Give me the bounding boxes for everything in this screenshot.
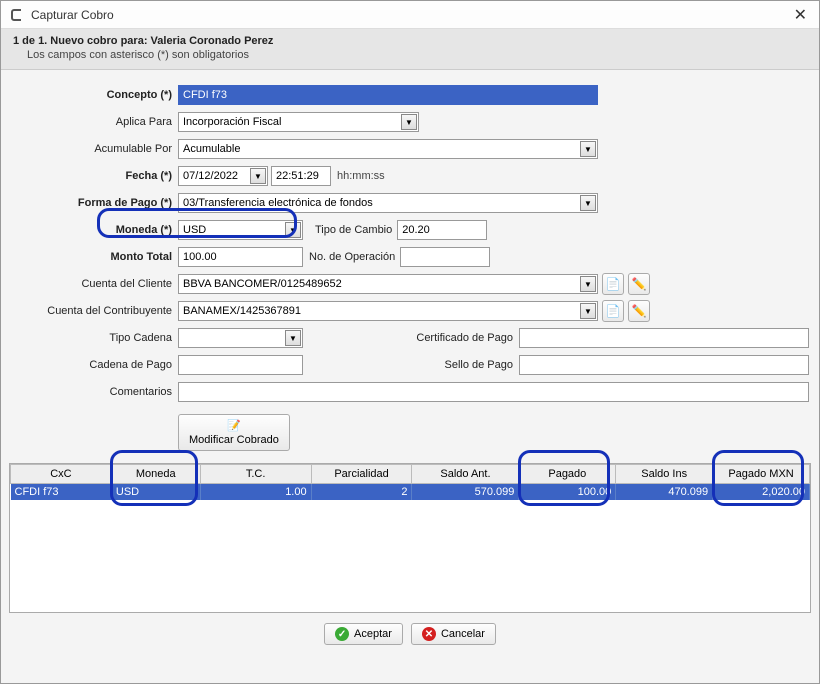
label-forma-pago: Forma de Pago (*) bbox=[11, 197, 178, 209]
th-pagado-mxn[interactable]: Pagado MXN bbox=[713, 465, 810, 484]
chevron-down-icon[interactable]: ▼ bbox=[580, 141, 596, 157]
chevron-down-icon[interactable]: ▼ bbox=[401, 114, 417, 130]
label-acumulable: Acumulable Por bbox=[11, 143, 178, 155]
label-cuenta-cliente: Cuenta del Cliente bbox=[11, 278, 178, 290]
concepto-input[interactable] bbox=[178, 85, 598, 105]
label-cuenta-contrib: Cuenta del Contribuyente bbox=[11, 305, 178, 317]
label-tipo-cadena: Tipo Cadena bbox=[11, 332, 178, 344]
modificar-label: Modificar Cobrado bbox=[189, 434, 279, 446]
cell-parcialidad: 2 bbox=[311, 484, 412, 501]
label-sello-pago: Sello de Pago bbox=[303, 359, 513, 371]
chevron-down-icon[interactable]: ▼ bbox=[580, 195, 596, 211]
cert-pago-input[interactable] bbox=[519, 328, 809, 348]
th-parcialidad[interactable]: Parcialidad bbox=[311, 465, 412, 484]
check-icon: ✓ bbox=[335, 627, 349, 641]
close-icon[interactable]: ✕ bbox=[790, 5, 811, 25]
forma-pago-select[interactable] bbox=[178, 193, 598, 213]
window-title: Capturar Cobro bbox=[31, 8, 790, 22]
cell-saldo-ant: 570.099 bbox=[412, 484, 519, 501]
hora-input[interactable] bbox=[271, 166, 331, 186]
monto-total-input[interactable] bbox=[178, 247, 303, 267]
tipo-cambio-input[interactable] bbox=[397, 220, 487, 240]
header-main: 1 de 1. Nuevo cobro para: Valeria Corona… bbox=[13, 35, 807, 47]
edit-account-button[interactable]: ✏️ bbox=[628, 300, 650, 322]
table-header-row: CxC Moneda T.C. Parcialidad Saldo Ant. P… bbox=[11, 465, 810, 484]
label-moneda: Moneda (*) bbox=[11, 224, 178, 236]
cell-pagado: 100.00 bbox=[519, 484, 616, 501]
label-comentarios: Comentarios bbox=[11, 386, 178, 398]
payments-table: CxC Moneda T.C. Parcialidad Saldo Ant. P… bbox=[9, 463, 811, 613]
cell-saldo-ins: 470.099 bbox=[616, 484, 713, 501]
th-tc[interactable]: T.C. bbox=[200, 465, 311, 484]
label-monto-total: Monto Total bbox=[11, 251, 178, 263]
hora-hint: hh:mm:ss bbox=[337, 170, 385, 182]
chevron-down-icon[interactable]: ▼ bbox=[580, 303, 596, 319]
header-sub: Los campos con asterisco (*) son obligat… bbox=[13, 49, 807, 61]
th-saldo-ant[interactable]: Saldo Ant. bbox=[412, 465, 519, 484]
aplica-para-select[interactable] bbox=[178, 112, 419, 132]
footer: ✓ Aceptar ✕ Cancelar bbox=[1, 613, 819, 655]
cell-moneda: USD bbox=[111, 484, 200, 501]
cuenta-contrib-select[interactable] bbox=[178, 301, 598, 321]
label-aplica: Aplica Para bbox=[11, 116, 178, 128]
chevron-down-icon[interactable]: ▼ bbox=[285, 222, 301, 238]
app-icon bbox=[9, 7, 25, 23]
label-tipo-cambio: Tipo de Cambio bbox=[315, 224, 392, 236]
cell-cxc: CFDI f73 bbox=[11, 484, 112, 501]
modificar-cobrado-button[interactable]: 📝 Modificar Cobrado bbox=[178, 414, 290, 451]
label-no-operacion: No. de Operación bbox=[309, 251, 395, 263]
edit-icon: 📝 bbox=[227, 419, 241, 432]
table-row[interactable]: CFDI f73 USD 1.00 2 570.099 100.00 470.0… bbox=[11, 484, 810, 501]
label-cert-pago: Certificado de Pago bbox=[303, 332, 513, 344]
cadena-pago-input[interactable] bbox=[178, 355, 303, 375]
form: Concepto (*) Aplica Para ▼ Acumulable Po… bbox=[1, 70, 819, 457]
th-moneda[interactable]: Moneda bbox=[111, 465, 200, 484]
close-icon: ✕ bbox=[422, 627, 436, 641]
aceptar-button[interactable]: ✓ Aceptar bbox=[324, 623, 403, 645]
add-account-button[interactable]: 📄 bbox=[602, 300, 624, 322]
edit-account-button[interactable]: ✏️ bbox=[628, 273, 650, 295]
th-saldo-ins[interactable]: Saldo Ins bbox=[616, 465, 713, 484]
cancelar-button[interactable]: ✕ Cancelar bbox=[411, 623, 496, 645]
cell-pagado-mxn: 2,020.00 bbox=[713, 484, 810, 501]
comentarios-input[interactable] bbox=[178, 382, 809, 402]
label-concepto: Concepto (*) bbox=[11, 89, 178, 101]
th-pagado[interactable]: Pagado bbox=[519, 465, 616, 484]
titlebar: Capturar Cobro ✕ bbox=[1, 1, 819, 29]
th-cxc[interactable]: CxC bbox=[11, 465, 112, 484]
chevron-down-icon[interactable]: ▼ bbox=[250, 168, 266, 184]
chevron-down-icon[interactable]: ▼ bbox=[285, 330, 301, 346]
label-fecha: Fecha (*) bbox=[11, 170, 178, 182]
header: 1 de 1. Nuevo cobro para: Valeria Corona… bbox=[1, 29, 819, 70]
capture-payment-window: Capturar Cobro ✕ 1 de 1. Nuevo cobro par… bbox=[0, 0, 820, 684]
no-operacion-input[interactable] bbox=[400, 247, 490, 267]
cuenta-cliente-select[interactable] bbox=[178, 274, 598, 294]
add-account-button[interactable]: 📄 bbox=[602, 273, 624, 295]
label-cadena-pago: Cadena de Pago bbox=[11, 359, 178, 371]
acumulable-select[interactable] bbox=[178, 139, 598, 159]
chevron-down-icon[interactable]: ▼ bbox=[580, 276, 596, 292]
sello-pago-input[interactable] bbox=[519, 355, 809, 375]
cell-tc: 1.00 bbox=[200, 484, 311, 501]
